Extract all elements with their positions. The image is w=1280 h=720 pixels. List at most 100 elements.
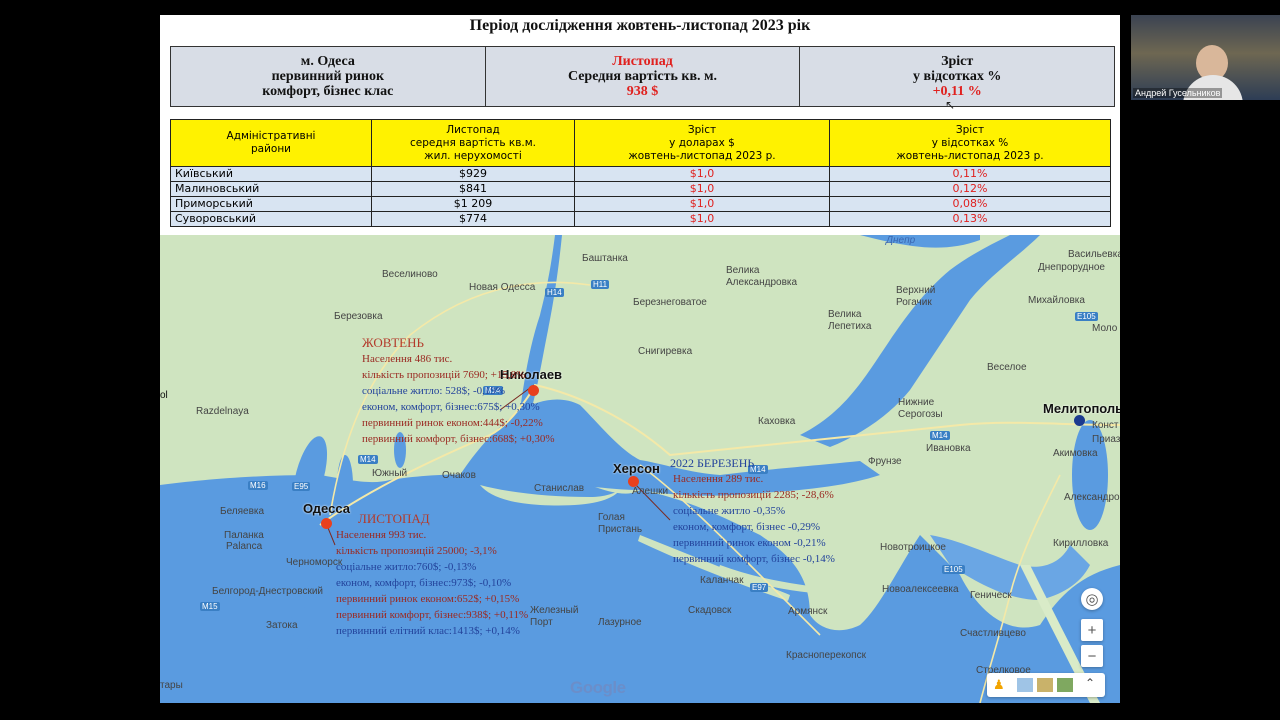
annotation-heading: ЛИСТОПАД <box>358 511 430 526</box>
road-badge: H11 <box>591 280 610 289</box>
road-badge: E105 <box>942 565 965 574</box>
district-table-header: Адміністративні райони Листопад середня ва… <box>170 119 1111 167</box>
annotation-line: Населення 993 тис. <box>336 529 427 541</box>
mouse-cursor-icon: ↖ <box>945 98 956 112</box>
road-badge: M14 <box>358 455 378 464</box>
place-label: Затока <box>266 620 298 631</box>
place-label: Приаз <box>1092 434 1120 445</box>
district-growth-pct: 0,11% <box>829 166 1111 182</box>
summary-price-label: Середня вартість кв. м. <box>567 69 718 84</box>
annotation-line: первинний ринок економ:652$; +0,15% <box>336 593 520 605</box>
city-label-melitopol: Мелитополь <box>1043 401 1120 416</box>
place-label: Днепрорудное <box>1038 262 1105 273</box>
place-label: Каланчак <box>700 575 744 586</box>
annotation-march-2022: 2022 БЕРЕЗЕНЬ Населення 289 тис. кількіс… <box>670 455 835 567</box>
road-badge: E105 <box>1075 312 1098 321</box>
place-label: Счастливцево <box>960 628 1026 639</box>
district-growth-pct: 0,13% <box>829 211 1111 227</box>
zoom-out-button[interactable]: − <box>1081 645 1103 667</box>
place-label: тары <box>160 680 183 691</box>
slide-title: Період дослідження жовтень-листопад 2023… <box>469 17 811 34</box>
header-price: Листопад середня вартість кв.м. жил. нерух… <box>371 119 575 167</box>
annotation-line: соціальне житло: 528$; -0,19% <box>362 385 506 397</box>
pegman-icon[interactable]: ♟ <box>993 677 1005 693</box>
place-label: Михайловка <box>1028 295 1085 306</box>
place-label: Razdelnaya <box>196 406 249 417</box>
summary-table: м. Одеса первинний ринок комфорт, бізнес… <box>170 46 1115 107</box>
road-badge: H14 <box>545 288 564 297</box>
district-name: Київський <box>170 166 372 182</box>
map-marker-odessa[interactable] <box>321 518 332 529</box>
summary-city-line3: комфорт, бізнес клас <box>262 84 394 99</box>
map[interactable]: Веселиново Баштанка Велика Александровка… <box>160 235 1120 703</box>
road-badge: E97 <box>750 583 769 592</box>
city-label-kherson: Херсон <box>613 461 660 476</box>
place-label: Новотроицкое <box>880 542 946 553</box>
place-label: Фрунзе <box>868 456 902 467</box>
header-growth-usd: Зріст у доларах $ жовтень-листопад 2023 р. <box>574 119 830 167</box>
map-layers-bar[interactable]: ♟ ⌃ <box>987 673 1105 697</box>
road-badge: M16 <box>248 481 268 490</box>
place-label: Ивановка <box>926 443 971 454</box>
district-name: Малиновський <box>170 181 372 197</box>
layer-thumbnail[interactable] <box>1057 678 1073 692</box>
district-growth-pct: 0,08% <box>829 196 1111 212</box>
webcam-thumbnail[interactable]: Андрей Гусельников <box>1131 15 1280 100</box>
district-growth-usd: $1,0 <box>574 196 830 212</box>
annotation-november: ЛИСТОПАД Населення 993 тис. кількість пр… <box>336 511 528 639</box>
annotation-line: первинний комфорт, бізнес:668$; +0,30% <box>362 433 555 445</box>
district-growth-pct: 0,12% <box>829 181 1111 197</box>
my-location-button[interactable]: ◎ <box>1081 588 1103 610</box>
map-marker-kherson[interactable] <box>628 476 639 487</box>
summary-month: Листопад <box>612 54 673 69</box>
place-label: Новая Одесса <box>469 282 536 293</box>
annotation-line: економ, комфорт, бізнес -0,29% <box>673 521 821 533</box>
place-label: Березовка <box>334 311 383 322</box>
summary-price-cell: Листопад Середня вартість кв. м. 938 $ <box>486 47 801 106</box>
map-marker-melitopol[interactable] <box>1074 415 1085 426</box>
summary-city-cell: м. Одеса первинний ринок комфорт, бізнес… <box>171 47 486 106</box>
place-label: Palanca <box>226 541 263 552</box>
annotation-line: кількість пропозицій 7690; +15,8% <box>362 369 526 381</box>
layer-thumbnail[interactable] <box>1037 678 1053 692</box>
place-label: Верхний Рогачик <box>896 285 936 308</box>
header-growth-pct: Зріст у відсотках % жовтень-листопад 2023 … <box>829 119 1111 167</box>
place-label: Велика Лепетиха <box>828 309 872 332</box>
place-label: Лазурное <box>598 617 642 628</box>
district-price: $1 209 <box>371 196 575 212</box>
district-growth-usd: $1,0 <box>574 166 830 182</box>
annotation-line: Населення 289 тис. <box>673 473 764 485</box>
summary-city-line2: первинний ринок <box>271 69 385 84</box>
table-row: Суворовський $774 $1,0 0,13% <box>170 211 1111 227</box>
annotation-line: Населення 486 тис. <box>362 353 453 365</box>
place-label: Нижние Серогозы <box>898 397 943 420</box>
table-row: Приморський $1 209 $1,0 0,08% <box>170 196 1111 212</box>
district-price: $929 <box>371 166 575 182</box>
summary-growth-subtitle: у відсотках % <box>913 69 1002 84</box>
road-badge: M14 <box>930 431 950 440</box>
road-badge: E95 <box>292 482 311 491</box>
layer-thumbnail[interactable] <box>1017 678 1033 692</box>
annotation-line: первинний ринок економ:444$; -0,22% <box>362 417 543 429</box>
table-row: Київський $929 $1,0 0,11% <box>170 166 1111 182</box>
annotation-line: кількість пропозицій 2285; -28,6% <box>673 489 834 501</box>
place-label: Черноморск <box>286 557 343 568</box>
presentation-slide: Період дослідження жовтень-листопад 2023… <box>160 15 1120 703</box>
place-label: Беляевка <box>220 506 265 517</box>
annotation-october: ЖОВТЕНЬ Населення 486 тис. кількість про… <box>362 335 555 447</box>
road-badge: M15 <box>200 602 220 611</box>
annotation-heading: 2022 БЕРЕЗЕНЬ <box>670 456 755 470</box>
annotation-line: соціальне житло -0,35% <box>673 505 786 517</box>
district-growth-usd: $1,0 <box>574 211 830 227</box>
district-price: $841 <box>371 181 575 197</box>
annotation-line: економ, комфорт, бізнес:675$; +0,30% <box>362 401 540 413</box>
place-label: Моло <box>1092 323 1118 334</box>
place-label: Скадовск <box>688 605 732 616</box>
annotation-line: економ, комфорт, бізнес:973$; -0,10% <box>336 577 512 589</box>
annotation-line: первинний ринок економ -0,21% <box>673 537 826 549</box>
zoom-in-button[interactable]: + <box>1081 619 1103 641</box>
river-label: Днепр <box>886 235 916 246</box>
annotation-line: кількість пропозицій 25000; -3,1% <box>336 545 497 557</box>
expand-icon[interactable]: ⌃ <box>1085 676 1095 690</box>
header-districts: Адміністративні райони <box>170 119 372 167</box>
